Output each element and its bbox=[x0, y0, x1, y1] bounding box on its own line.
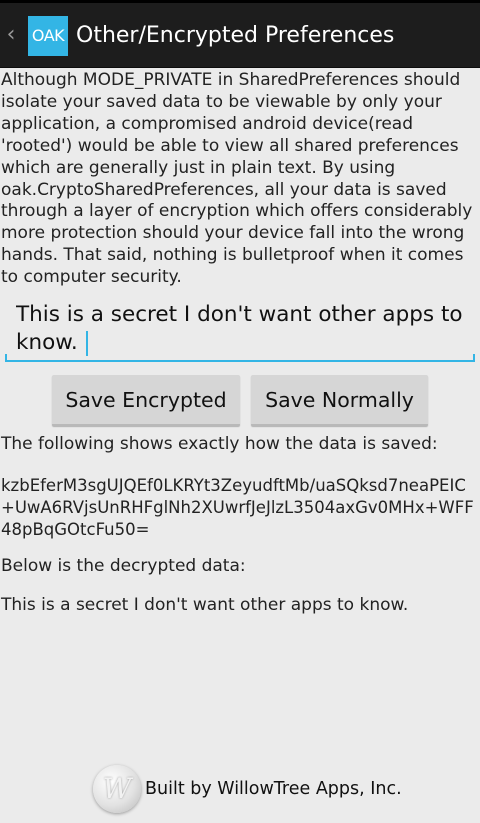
secret-input[interactable]: This is a secret I don't want other apps… bbox=[16, 301, 472, 361]
screen: ‹ OAK Other/Encrypted Preferences Althou… bbox=[0, 0, 480, 823]
footer: W Built by WillowTree Apps, Inc. bbox=[0, 760, 480, 818]
page-title: Other/Encrypted Preferences bbox=[76, 23, 395, 48]
decrypted-data-label: Below is the decrypted data: bbox=[1, 556, 246, 576]
footer-credit: Built by WillowTree Apps, Inc. bbox=[145, 779, 402, 799]
input-underline-cap-right bbox=[473, 354, 475, 362]
save-encrypted-button[interactable]: Save Encrypted bbox=[52, 375, 240, 426]
willowtree-w-mark: W bbox=[102, 772, 132, 805]
input-underline bbox=[5, 360, 475, 362]
chevron-left-icon[interactable]: ‹ bbox=[4, 22, 18, 48]
willowtree-logo-icon: W bbox=[93, 765, 141, 813]
saved-data-label: The following shows exactly how the data… bbox=[1, 434, 438, 454]
app-icon[interactable]: OAK bbox=[28, 16, 68, 56]
encrypted-data-value: kzbEferM3sgUJQEf0LKRYt3ZeyudftMb/uaSQksd… bbox=[1, 476, 474, 539]
save-normally-button[interactable]: Save Normally bbox=[251, 375, 428, 426]
action-bar: ‹ OAK Other/Encrypted Preferences bbox=[0, 3, 480, 68]
text-cursor bbox=[86, 331, 88, 356]
intro-text: Although MODE_PRIVATE in SharedPreferenc… bbox=[1, 70, 473, 288]
input-underline-cap-left bbox=[5, 354, 7, 362]
decrypted-data-value: This is a secret I don't want other apps… bbox=[1, 595, 409, 615]
